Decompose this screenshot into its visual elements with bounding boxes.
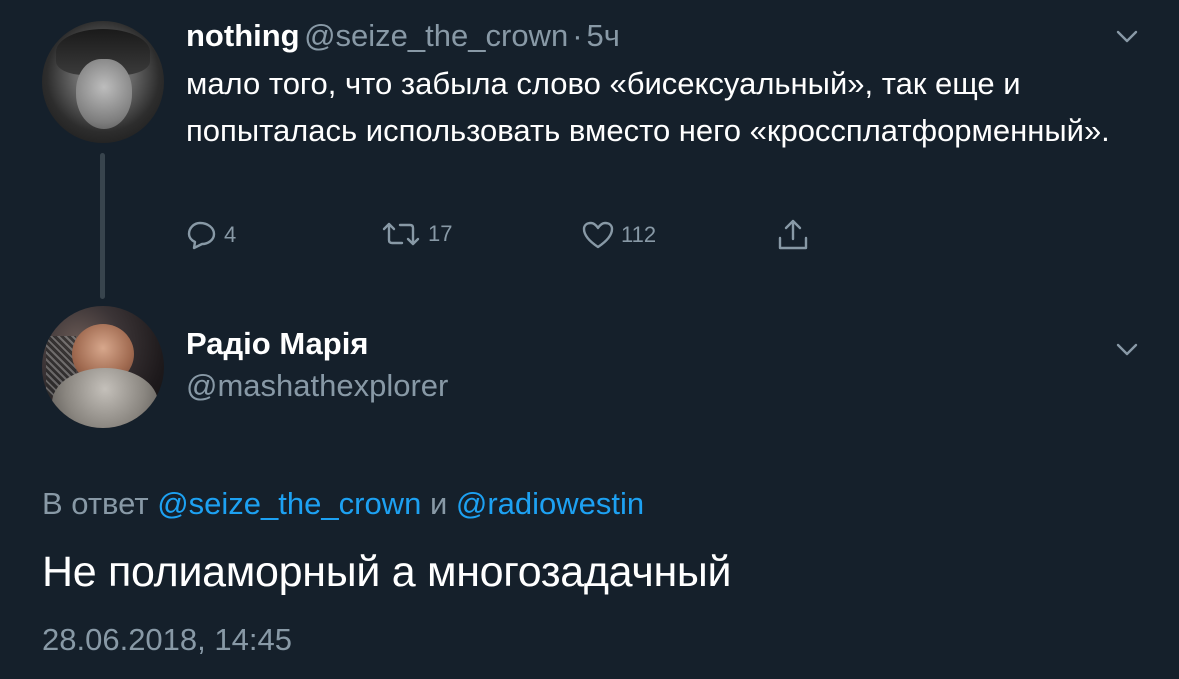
reply-count: 4 [224, 222, 237, 247]
reply-author-name[interactable]: Радіо Марія [186, 324, 368, 364]
reply-button[interactable]: 4 [186, 220, 236, 250]
retweet-icon [382, 222, 420, 246]
in-reply-conjunction: и [429, 486, 448, 521]
parent-tweet-text: мало того, что забыла слово «бисексуальн… [186, 66, 1110, 148]
share-button[interactable] [776, 218, 816, 252]
reply-timestamp[interactable]: 28.06.2018, 14:45 [42, 619, 292, 661]
reply-author-handle[interactable]: @mashathexplorer [186, 366, 448, 406]
parent-tweet-time[interactable]: 5ч [587, 18, 620, 53]
thread-connector-line [100, 153, 105, 299]
parent-author-name[interactable]: nothing [186, 18, 300, 53]
reply-author-avatar[interactable] [42, 306, 164, 428]
avatar-fur-shape [52, 368, 158, 428]
avatar-face-shape [76, 59, 132, 129]
reply-tweet-text: Не полиаморный а многозадачный [42, 548, 732, 596]
share-icon [778, 219, 808, 250]
like-count: 112 [621, 222, 657, 247]
retweet-button[interactable]: 17 [380, 220, 452, 248]
reply-icon [187, 221, 216, 250]
retweet-count: 17 [428, 221, 453, 246]
heart-icon [582, 221, 614, 249]
parent-author-handle[interactable]: @seize_the_crown [304, 18, 568, 53]
in-reply-mention-link[interactable]: @radiowestin [456, 486, 644, 521]
parent-author-avatar[interactable] [42, 21, 164, 143]
header-separator: · [572, 18, 583, 53]
in-reply-prefix: В ответ [42, 486, 149, 521]
in-reply-mention-link[interactable]: @seize_the_crown [157, 486, 421, 521]
chevron-down-icon[interactable] [1116, 343, 1138, 357]
in-reply-to-line: В ответ @seize_the_crown и @radiowestin [42, 483, 644, 525]
parent-tweet-header: nothing @seize_the_crown · 5ч [186, 16, 620, 62]
like-button[interactable]: 112 [581, 220, 656, 250]
chevron-down-icon[interactable] [1116, 30, 1138, 44]
